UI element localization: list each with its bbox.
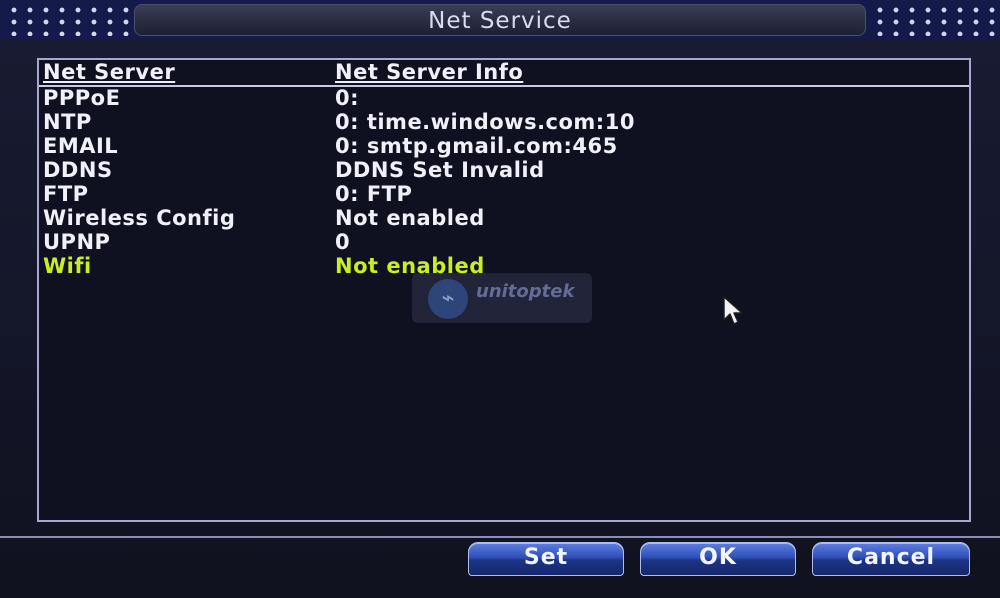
mouse-pointer-icon — [723, 296, 743, 325]
title-dots-left-icon — [2, 4, 130, 36]
row-server: FTP — [43, 182, 89, 206]
table-row[interactable]: PPPoE 0: — [39, 86, 969, 110]
row-server: PPPoE — [43, 86, 121, 110]
row-info: Not enabled — [335, 206, 485, 230]
row-info: 0: smtp.gmail.com:465 — [335, 134, 618, 158]
row-server: NTP — [43, 110, 92, 134]
table-row[interactable]: DDNS DDNS Set Invalid — [39, 158, 969, 182]
title-dots-right-icon — [868, 4, 996, 36]
row-server: UPNP — [43, 230, 111, 254]
row-info: DDNS Set Invalid — [335, 158, 545, 182]
row-info: 0: — [335, 86, 360, 110]
net-service-window: Net Service Net Server Net Server Info P… — [0, 0, 1000, 598]
row-server: EMAIL — [43, 134, 119, 158]
table-row[interactable]: NTP 0: time.windows.com:10 — [39, 110, 969, 134]
table-row[interactable]: EMAIL 0: smtp.gmail.com:465 — [39, 134, 969, 158]
watermark-icon: ⌁ — [428, 279, 468, 319]
cancel-button[interactable]: Cancel — [812, 542, 970, 576]
list-header: Net Server Net Server Info — [39, 60, 969, 87]
ok-button[interactable]: OK — [640, 542, 796, 576]
table-row[interactable]: UPNP 0 — [39, 230, 969, 254]
row-info: 0: time.windows.com:10 — [335, 110, 635, 134]
row-info: 0: FTP — [335, 182, 413, 206]
row-server: Wireless Config — [43, 206, 236, 230]
watermark-text: unitoptek — [476, 281, 575, 302]
watermark-logo: ⌁ unitoptek — [412, 273, 592, 323]
column-header-net-server[interactable]: Net Server — [43, 60, 175, 85]
set-button[interactable]: Set — [468, 542, 624, 576]
window-title: Net Service — [134, 4, 866, 36]
table-row[interactable]: FTP 0: FTP — [39, 182, 969, 206]
row-server: Wifi — [43, 254, 92, 278]
column-header-net-server-info[interactable]: Net Server Info — [335, 60, 523, 85]
row-server: DDNS — [43, 158, 113, 182]
divider — [0, 536, 1000, 538]
row-info: 0 — [335, 230, 351, 254]
title-bar: Net Service — [0, 0, 1000, 40]
table-row[interactable]: Wireless Config Not enabled — [39, 206, 969, 230]
